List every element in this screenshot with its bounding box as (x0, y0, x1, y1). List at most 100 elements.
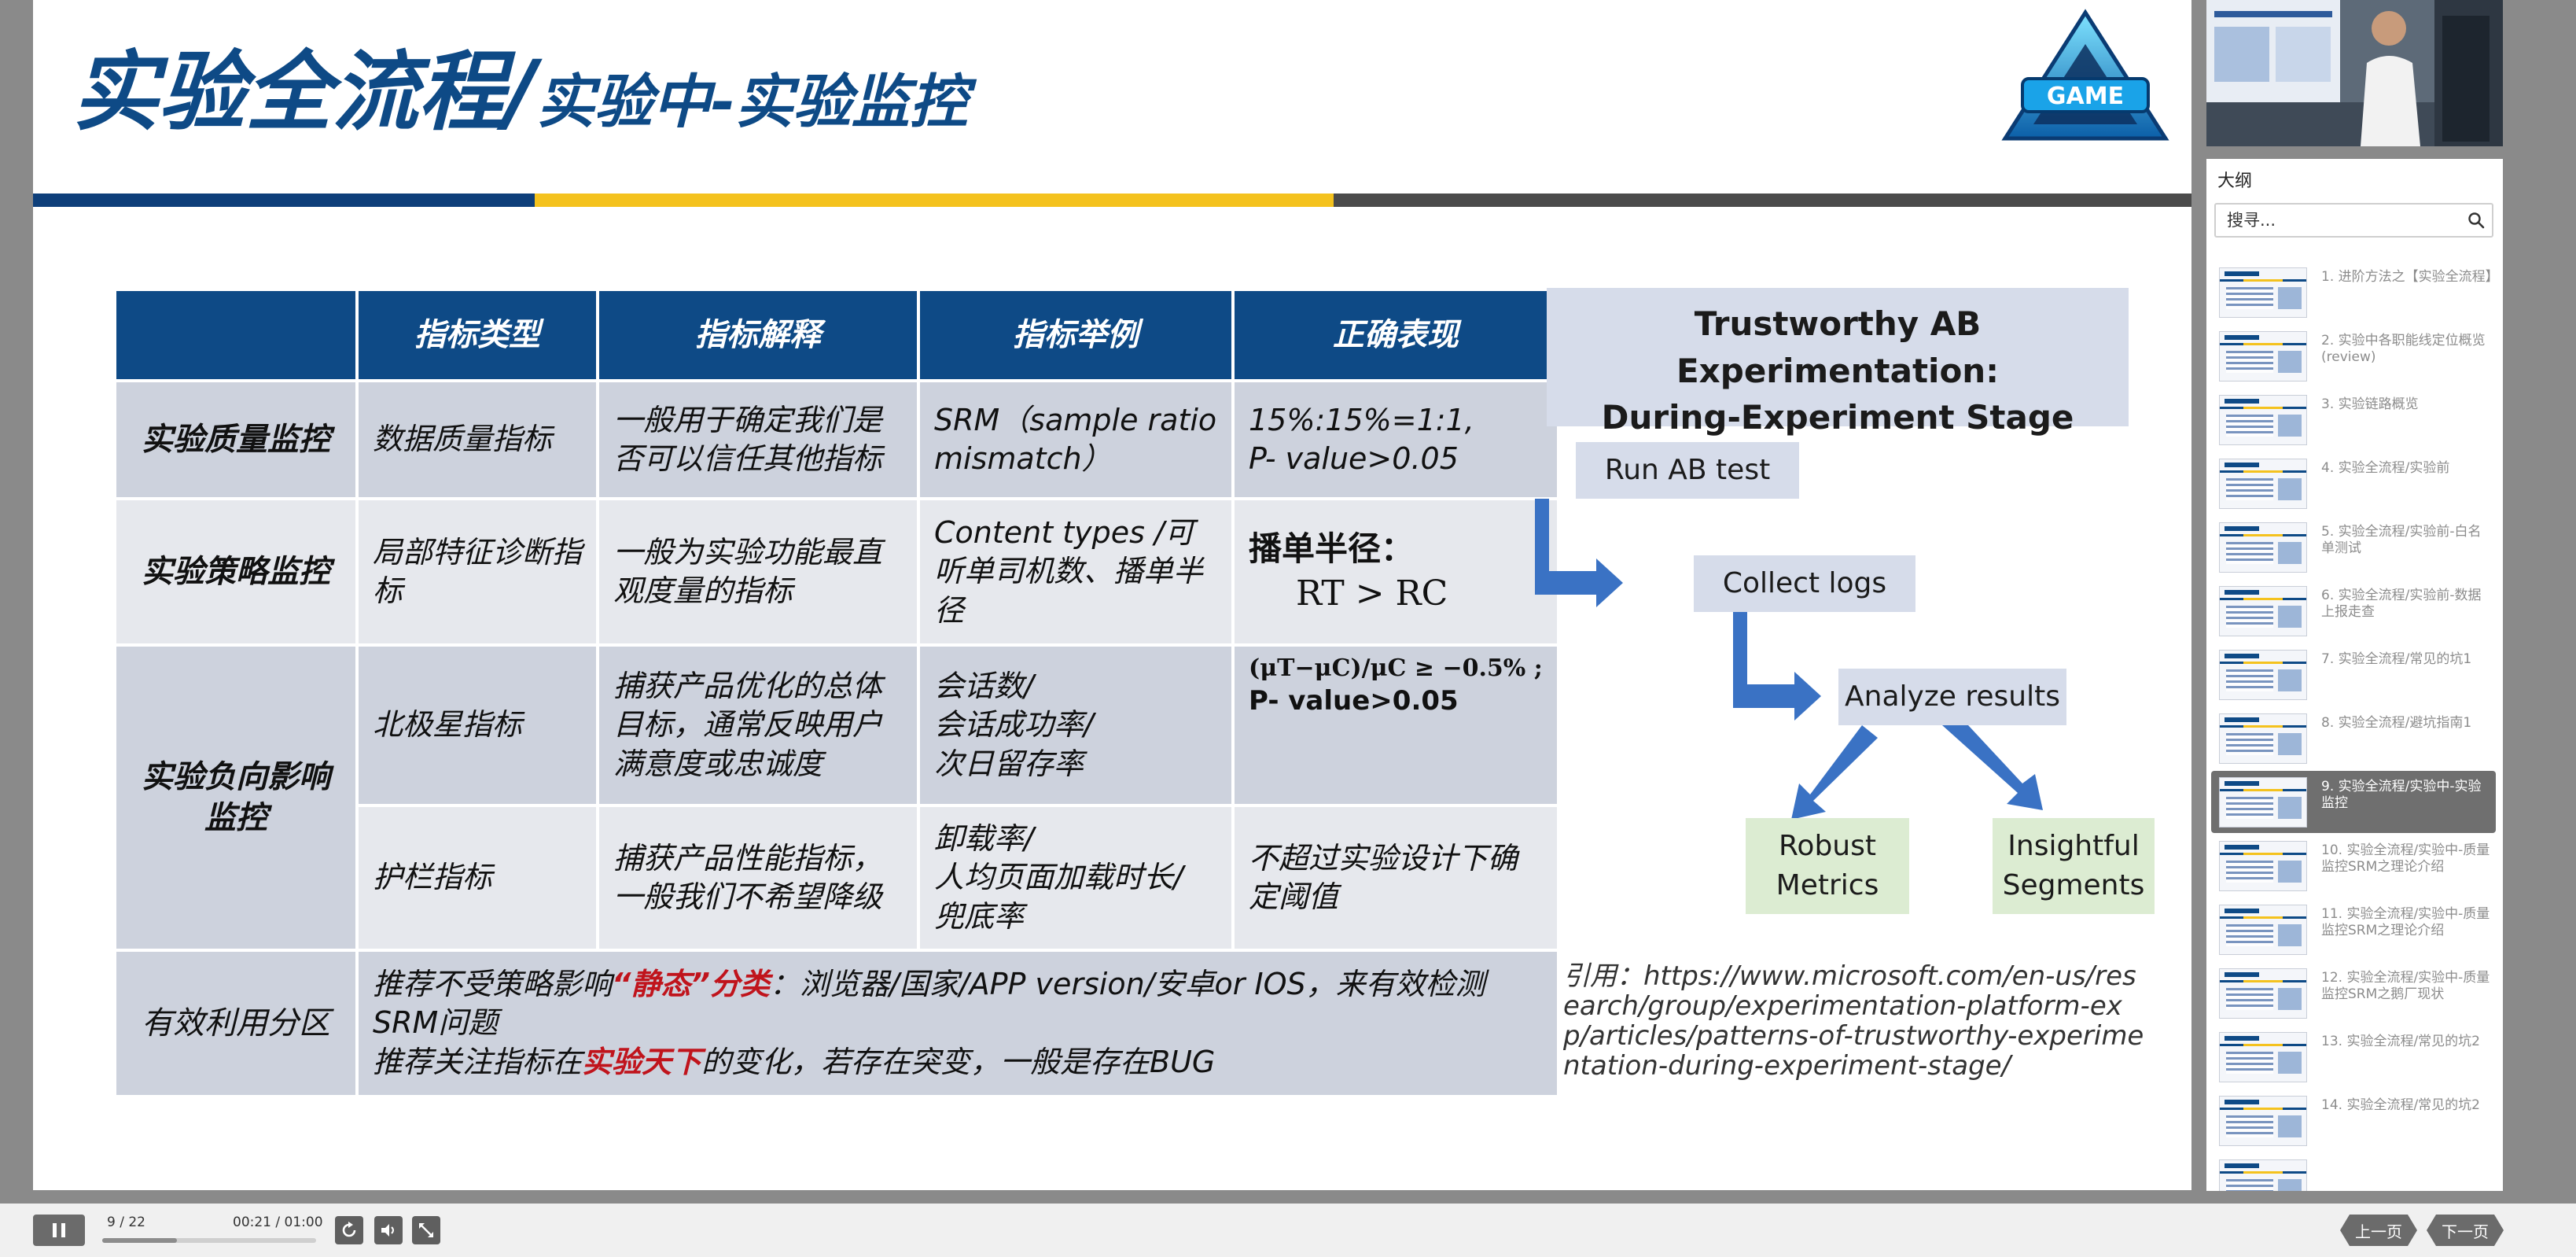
slide-thumbnail (2219, 395, 2307, 445)
metric-explanation: 一般用于确定我们是否可以信任其他指标 (596, 379, 920, 500)
row-group-label: 实验负向影响监控 (113, 643, 359, 952)
outline-item-label: 14. 实验全流程/常见的坑2 (2321, 1097, 2480, 1113)
slide-thumbnail (2219, 1096, 2307, 1146)
volume-button[interactable] (374, 1216, 403, 1244)
outline-item-label: 10. 实验全流程/实验中-质量监控SRM之理论介绍 (2321, 842, 2490, 875)
table-row: 实验质量监控 数据质量指标 一般用于确定我们是否可以信任其他指标 SRM（sam… (113, 379, 1560, 500)
prev-page-button[interactable]: 上一页 (2340, 1215, 2417, 1246)
pause-button[interactable] (33, 1215, 85, 1246)
outline-item[interactable]: 9. 实验全流程/实验中-实验监控 (2206, 771, 2503, 835)
next-page-button[interactable]: 下一页 (2427, 1215, 2504, 1246)
flow-output-insightful-segments: Insightful Segments (1993, 818, 2155, 914)
example-line: 会话成功率/ (934, 707, 1094, 743)
outline-item-label: 5. 实验全流程/实验前-白名单测试 (2321, 524, 2482, 556)
outline-item[interactable]: 13. 实验全流程/常见的坑2 (2206, 1026, 2503, 1089)
metric-explanation: 捕获产品性能指标，一般我们不希望降级 (596, 804, 920, 952)
search-input[interactable] (2216, 205, 2452, 236)
outline-item[interactable]: 7. 实验全流程/常见的坑1 (2206, 643, 2503, 707)
citation-text: 引用：https://www.microsoft.com/en-us/resea… (1563, 960, 2144, 1082)
outline-item[interactable]: 2. 实验中各职能线定位概览(review) (2206, 325, 2503, 389)
outline-item[interactable]: 5. 实验全流程/实验前-白名单测试 (2206, 516, 2503, 580)
game-logo: GAME (2001, 9, 2169, 141)
slide-title-main: 实验全流程/ (72, 42, 537, 142)
outline-item[interactable]: 11. 实验全流程/实验中-质量监控SRM之理论介绍 (2206, 898, 2503, 962)
expected-behavior: (μT−μC)/μC ≥ −0.5% ; P- value>0.05 (1231, 643, 1560, 807)
presenter-video-frame (2206, 0, 2503, 146)
expected-formula: RT > RC (1296, 573, 1448, 614)
diagram-title-line: During-Experiment Stage (1601, 398, 2074, 437)
table-header-cell: 指标类型 (355, 288, 599, 382)
expected-line: 播单半径： (1249, 529, 1415, 569)
note-text: 推荐关注指标在 (373, 1044, 583, 1079)
flow-output-robust-metrics: Robust Metrics (1746, 818, 1909, 914)
slide-thumbnail (2219, 777, 2307, 828)
slide-title: 实验全流程/实验中-实验监控 (72, 49, 968, 135)
example-line: 次日留存率 (934, 746, 1084, 781)
slide-thumbnail (2219, 331, 2307, 382)
progress-bar[interactable] (102, 1238, 316, 1243)
progress-fill (102, 1238, 178, 1243)
table-header-cell: 指标解释 (596, 288, 920, 382)
flow-step-collect-logs: Collect logs (1694, 555, 1915, 612)
outline-item[interactable]: 1. 进阶方法之【实验全流程】 (2206, 261, 2503, 325)
example-line: 会话数/ (934, 668, 1034, 703)
table-header-row: 指标类型 指标解释 指标举例 正确表现 (113, 288, 1560, 382)
outline-item-label: 2. 实验中各职能线定位概览(review) (2321, 333, 2486, 365)
metric-example: SRM（sample ratio mismatch） (917, 379, 1235, 500)
expected-behavior: 不超过实验设计下确定阈值 (1231, 804, 1560, 952)
outline-item[interactable]: 8. 实验全流程/避坑指南1 (2206, 707, 2503, 771)
note-text: 的变化，若存在突变，一般是存在BUG (701, 1044, 1216, 1079)
partition-note: 推荐不受策略影响“静态”分类：浏览器/国家/APP version/安卓or I… (355, 949, 1560, 1098)
metric-type: 局部特征诊断指标 (355, 497, 599, 647)
metric-type: 北极星指标 (355, 643, 599, 807)
flow-step-run-ab-test: Run AB test (1576, 442, 1799, 499)
table-header-cell: 指标举例 (917, 288, 1235, 382)
table-row: 实验负向影响监控 北极星指标 捕获产品优化的总体目标，通常反映用户满意度或忠诚度… (113, 643, 1560, 952)
outline-item[interactable]: 3. 实验链路概览 (2206, 389, 2503, 452)
outline-panel: 大纲 1. 进阶方法之【实验全流程】 2. 实验中各职能线定位概览(review)… (2206, 159, 2503, 1191)
outline-item[interactable]: 10. 实验全流程/实验中-质量监控SRM之理论介绍 (2206, 835, 2503, 898)
svg-text:GAME: GAME (2047, 83, 2124, 110)
table-header-cell (113, 288, 359, 382)
outline-label: 大纲 (2217, 171, 2253, 191)
search-icon[interactable] (2467, 211, 2486, 230)
metric-example: 卸载率/ 人均页面加载时长/ 兜底率 (917, 804, 1235, 952)
fullscreen-button[interactable] (412, 1216, 440, 1244)
metric-example: Content types /可听单司机数、播单半径 (917, 497, 1235, 647)
player-controls: 9 / 22 00:21 / 01:00 上一页 下一页 (0, 1204, 2576, 1257)
expected-line: P- value>0.05 (1249, 441, 1459, 476)
outline-item[interactable] (2206, 1153, 2503, 1191)
header-divider-bar (33, 194, 2191, 207)
note-text: 推荐不受策略影响 (373, 966, 613, 1001)
outline-search[interactable] (2214, 203, 2493, 238)
pause-icon (53, 1223, 65, 1237)
metric-explanation: 捕获产品优化的总体目标，通常反映用户满意度或忠诚度 (596, 643, 920, 807)
metric-type: 护栏指标 (355, 804, 599, 952)
slide-thumbnail (2219, 841, 2307, 891)
replay-button[interactable] (335, 1216, 363, 1244)
presenter-video[interactable] (2206, 0, 2503, 146)
outline-list: 1. 进阶方法之【实验全流程】 2. 实验中各职能线定位概览(review) 3. … (2206, 261, 2503, 1191)
replay-icon (342, 1222, 356, 1237)
outline-item-label: 7. 实验全流程/常见的坑1 (2321, 651, 2472, 667)
outline-item-label: 8. 实验全流程/避坑指南1 (2321, 715, 2472, 731)
page-counter: 9 / 22 (107, 1215, 145, 1230)
outline-item[interactable]: 14. 实验全流程/常见的坑2 (2206, 1089, 2503, 1153)
outline-item[interactable]: 4. 实验全流程/实验前 (2206, 452, 2503, 516)
row-group-label: 实验策略监控 (113, 497, 359, 647)
note-line: 推荐不受策略影响“静态”分类：浏览器/国家/APP version/安卓or I… (373, 965, 1543, 1043)
flow-step-analyze-results: Analyze results (1838, 669, 2066, 725)
volume-icon (381, 1224, 394, 1237)
example-line: 兜底率 (934, 898, 1025, 934)
outline-item[interactable]: 12. 实验全流程/实验中-质量监控SRM之鹅厂现状 (2206, 962, 2503, 1026)
expected-behavior: 播单半径： RT > RC (1231, 497, 1560, 647)
table-row: 实验策略监控 局部特征诊断指标 一般为实验功能最直观度量的指标 Content … (113, 497, 1560, 647)
slide-thumbnail (2219, 522, 2307, 573)
table-header-cell: 正确表现 (1231, 288, 1560, 382)
example-line: 卸载率/ (934, 820, 1034, 856)
outline-item-label: 11. 实验全流程/实验中-质量监控SRM之理论介绍 (2321, 906, 2490, 938)
outline-item-label: 3. 实验链路概览 (2321, 396, 2419, 412)
row-group-label: 有效利用分区 (113, 949, 359, 1098)
slide-thumbnail (2219, 968, 2307, 1019)
outline-item[interactable]: 6. 实验全流程/实验前-数据上报走查 (2206, 580, 2503, 643)
